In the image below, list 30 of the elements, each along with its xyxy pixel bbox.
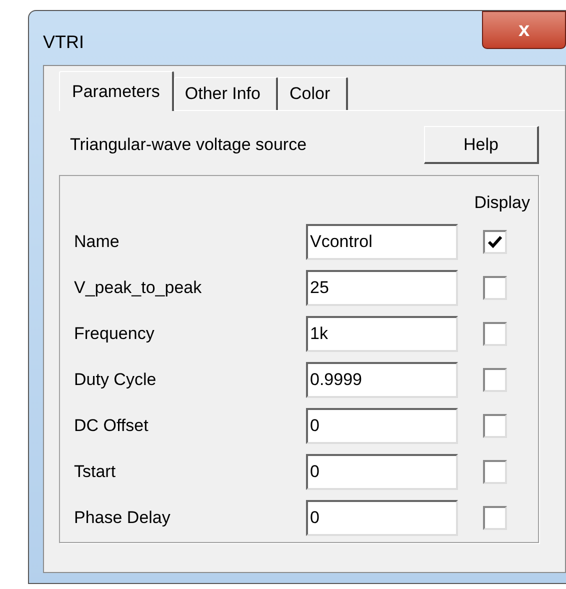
check-icon	[487, 234, 503, 248]
parameter-field[interactable]: 0.9999	[306, 362, 458, 398]
display-header: Display	[474, 192, 530, 214]
close-button[interactable]: x	[482, 11, 566, 49]
tab[interactable]: Color	[278, 77, 348, 110]
display-checkbox[interactable]	[483, 230, 507, 254]
display-checkbox[interactable]	[483, 368, 507, 392]
parameter-label: Duty Cycle	[74, 368, 158, 391]
parameter-field[interactable]: 0	[306, 500, 458, 536]
parameter-label: Name	[74, 230, 120, 253]
parameter-field[interactable]: 0	[306, 408, 458, 444]
display-checkbox[interactable]	[483, 414, 507, 438]
help-button[interactable]: Help	[424, 126, 539, 164]
description-text: Triangular-wave voltage source	[70, 134, 307, 156]
window-title: VTRI	[43, 31, 84, 54]
parameter-field[interactable]: 0	[306, 454, 458, 490]
parameter-label: Tstart	[74, 460, 117, 483]
tab[interactable]: Parameters	[59, 71, 174, 111]
display-checkbox[interactable]	[483, 322, 507, 346]
display-checkbox[interactable]	[483, 506, 507, 530]
parameter-field[interactable]: 1k	[306, 316, 458, 352]
tab[interactable]: Other Info	[174, 77, 278, 110]
parameter-field[interactable]: 25	[306, 270, 458, 306]
parameter-label: Phase Delay	[74, 506, 172, 529]
parameter-field[interactable]: Vcontrol	[306, 224, 458, 260]
parameter-label: Frequency	[74, 322, 156, 345]
parameter-label: DC Offset	[74, 414, 150, 437]
parameter-label: V_peak_to_peak	[74, 276, 203, 299]
display-checkbox[interactable]	[483, 460, 507, 484]
display-checkbox[interactable]	[483, 276, 507, 300]
